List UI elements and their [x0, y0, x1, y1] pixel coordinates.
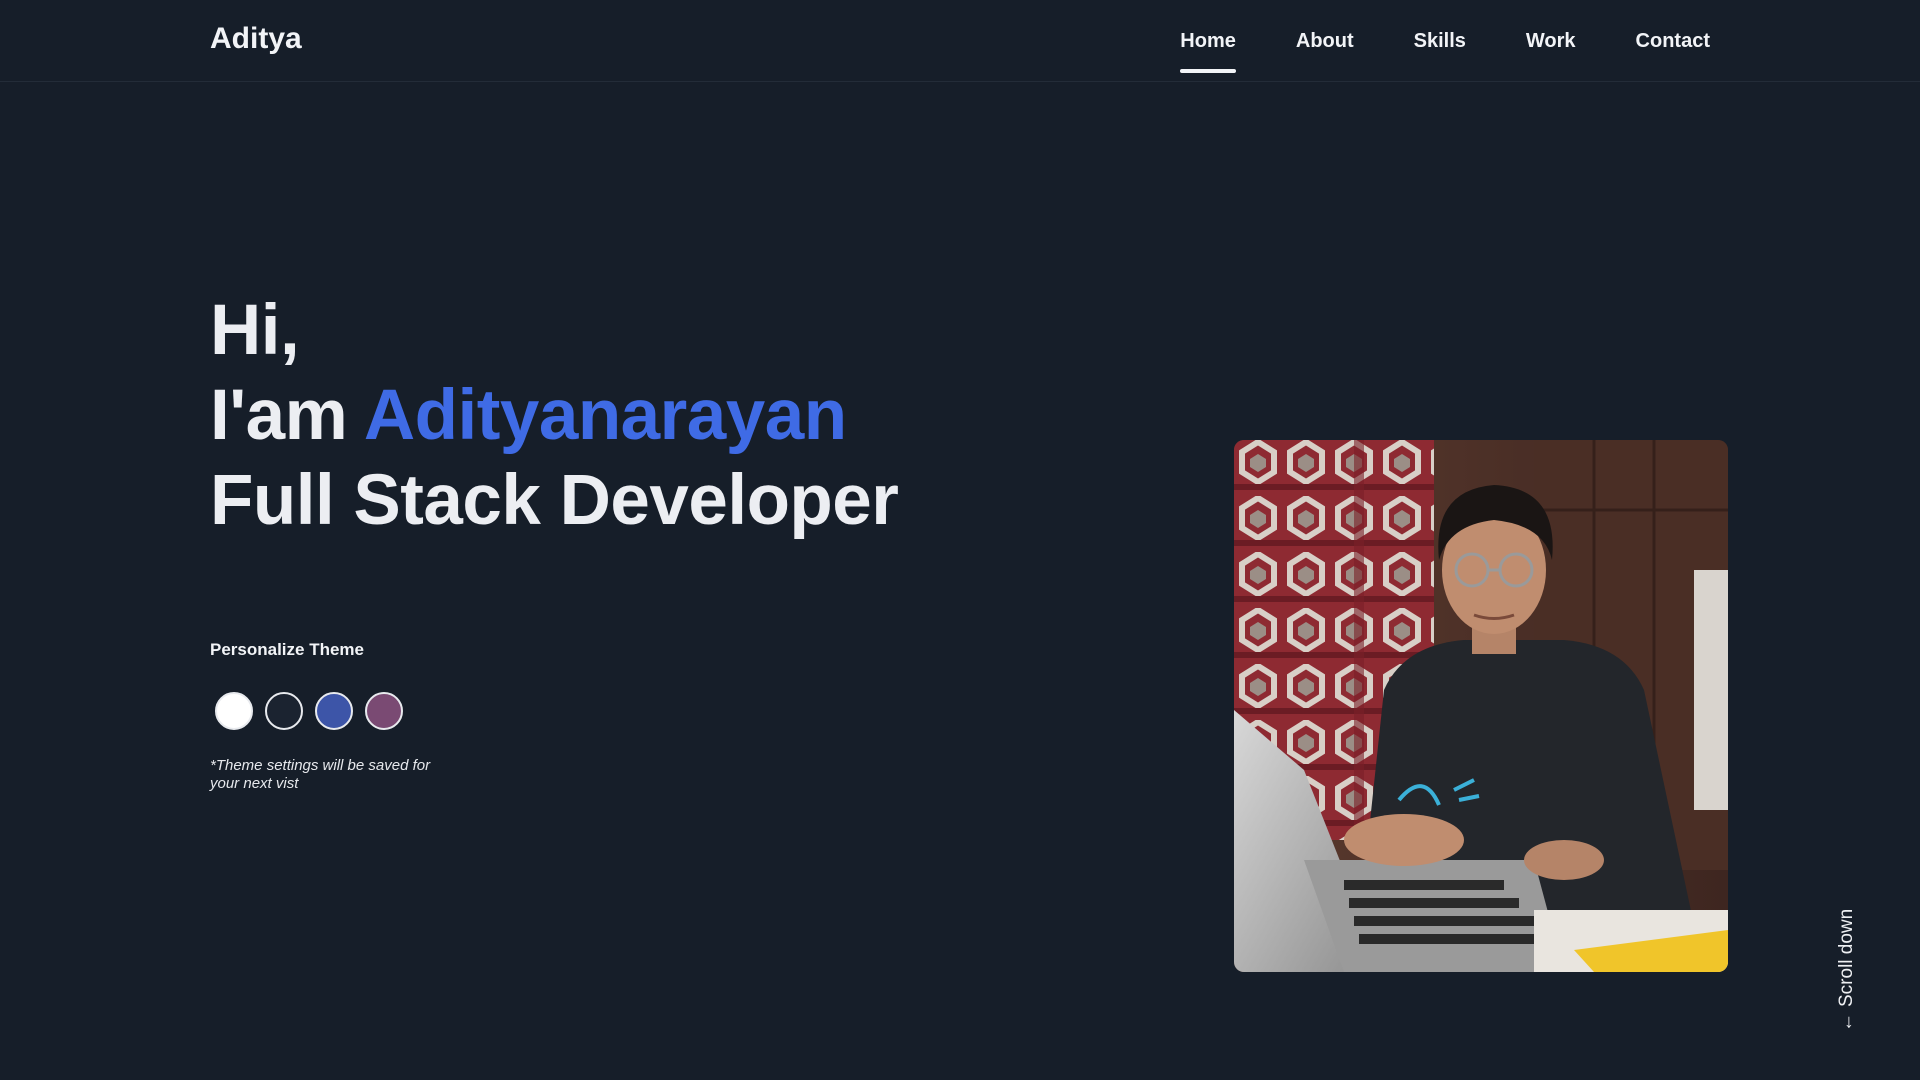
navbar: Aditya Home About Skills Work Contact: [0, 0, 1920, 82]
theme-swatch-blue[interactable]: [315, 692, 353, 730]
scroll-down-content: ← Scroll down: [1832, 908, 1862, 1032]
theme-swatch-white[interactable]: [215, 692, 253, 730]
hero-role: Full Stack Developer: [210, 461, 899, 540]
nav-link-home[interactable]: Home: [1180, 22, 1236, 73]
scroll-down-label: Scroll down: [1836, 908, 1857, 1007]
hero-heading: Hi, I'am Adityanarayan Full Stack Develo…: [210, 288, 899, 543]
theme-swatch-purple[interactable]: [365, 692, 403, 730]
scroll-down-button[interactable]: ← Scroll down: [1832, 908, 1862, 1032]
nav-links: Home About Skills Work Contact: [1180, 0, 1710, 82]
hero-intro-line: I'am Adityanarayan: [210, 373, 898, 458]
theme-swatch-dark[interactable]: [265, 692, 303, 730]
nav-link-skills[interactable]: Skills: [1414, 22, 1466, 61]
theme-note: *Theme settings will be saved for your n…: [210, 757, 431, 792]
brand-logo[interactable]: Aditya: [210, 22, 302, 56]
theme-title: Personalize Theme: [210, 640, 365, 659]
nav-link-contact[interactable]: Contact: [1636, 22, 1710, 61]
theme-swatches: [215, 692, 403, 730]
nav-link-work[interactable]: Work: [1526, 22, 1576, 61]
hero-name: Adityanarayan: [363, 376, 847, 455]
nav-link-about[interactable]: About: [1296, 22, 1354, 61]
arrow-left-icon: ←: [1836, 1013, 1857, 1032]
hero-intro: I'am: [210, 376, 348, 455]
profile-photo: [1234, 440, 1728, 972]
hero-greeting: Hi,: [210, 291, 300, 370]
